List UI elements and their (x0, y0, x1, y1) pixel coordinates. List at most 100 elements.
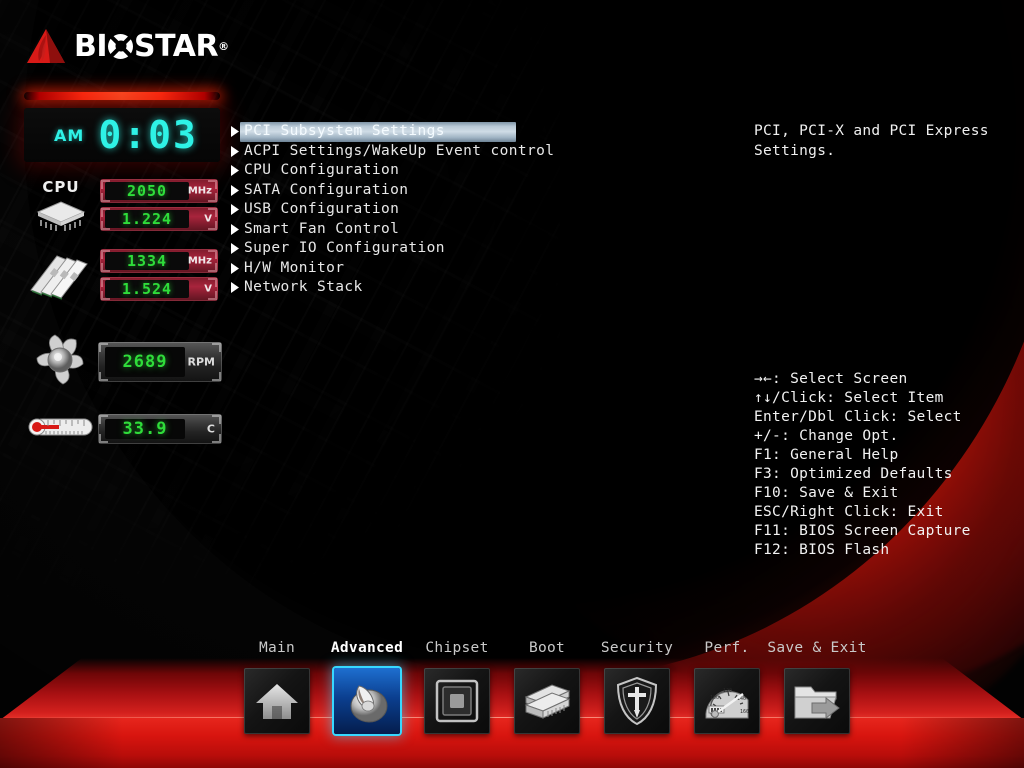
memory-frequency-value: 1334 (126, 251, 168, 270)
legend-line: Enter/Dbl Click: Select (754, 409, 962, 425)
menu-arrow-icon (228, 223, 240, 235)
knob-dial-icon[interactable] (334, 668, 400, 734)
menu-item-label: SATA Configuration (244, 181, 409, 198)
help-text-line-2: Settings. (754, 142, 836, 159)
disk-stack-icon[interactable] (514, 668, 580, 734)
menu-item-smart-fan-control[interactable]: Smart Fan Control (228, 220, 528, 240)
menu-item-pci-subsystem-settings[interactable]: PCI Subsystem Settings (228, 122, 528, 142)
nav-tab-label: Advanced (330, 640, 404, 656)
biostar-logo: BI STAR ® (26, 28, 229, 64)
menu-arrow-icon (228, 282, 240, 294)
memory-icon-column (22, 246, 100, 308)
speedometer-icon[interactable]: 100 120 140 160 (694, 668, 760, 734)
memory-frequency-display: 1334 (105, 252, 189, 270)
menu-item-label: ACPI Settings/WakeUp Event control (244, 142, 555, 159)
legend-line: +/-: Change Opt. (754, 428, 899, 444)
monitor-red-glow-bar (24, 92, 220, 100)
advanced-menu-list: PCI Subsystem Settings ACPI Settings/Wake… (228, 122, 554, 298)
memory-voltage-unit: V (204, 283, 212, 295)
menu-item-acpi-settings-wakeup-event-control[interactable]: ACPI Settings/WakeUp Event control (228, 142, 554, 162)
legend-line: F3: Optimized Defaults (754, 466, 953, 482)
menu-item-label: CPU Configuration (244, 162, 400, 178)
cpu-monitor-group: CPU 2050 MHz 1.224 V (22, 178, 222, 236)
fan-speed-display: 2689 (105, 347, 185, 377)
menu-arrow-icon (228, 184, 240, 196)
nav-tab-main[interactable]: Main (232, 640, 322, 734)
help-text-pane: PCI, PCI-X and PCI Express Settings. (754, 122, 1016, 161)
cpu-frequency-panel: 2050 MHz (100, 179, 218, 203)
temperature-unit: C (206, 422, 215, 436)
fan-icon-column (22, 330, 98, 394)
thermometer-icon (24, 412, 96, 446)
memory-readouts: 1334 MHz 1.524 V (100, 249, 218, 305)
fan-speed-unit: RPM (187, 355, 215, 369)
system-clock: AM 0:03 (24, 108, 220, 162)
cpu-label: CPU (42, 178, 80, 196)
nav-tab-label: Save & Exit (767, 640, 867, 656)
logo-registered-mark: ® (218, 39, 229, 53)
nav-tab-label: Main (258, 640, 296, 656)
folder-arrow-icon[interactable] (784, 668, 850, 734)
home-icon[interactable] (244, 668, 310, 734)
menu-item-h-w-monitor[interactable]: H/W Monitor (228, 259, 528, 279)
memory-monitor-group: 1334 MHz 1.524 V (22, 246, 222, 308)
help-text-line-1: PCI, PCI-X and PCI Express (754, 123, 989, 139)
logo-text-bi: BI (74, 28, 108, 64)
cpu-voltage-value: 1.224 (121, 209, 173, 228)
legend-line: ↑↓/Click: Select Item (754, 390, 944, 406)
cpu-chip-icon (30, 201, 92, 236)
menu-arrow-icon (228, 204, 240, 216)
legend-line: F12: BIOS Flash (754, 542, 890, 558)
menu-item-cpu-configuration[interactable]: CPU Configuration (228, 161, 528, 181)
nav-tab-perf[interactable]: Perf. 100 120 140 160 (682, 640, 772, 734)
clock-ampm-label: AM (54, 125, 85, 145)
temperature-icon-column (22, 412, 98, 446)
menu-arrow-icon (228, 262, 240, 274)
cpu-readouts: 2050 MHz 1.224 V (100, 179, 218, 235)
svg-text:160: 160 (740, 709, 749, 715)
nav-tab-label: Chipset (425, 640, 489, 656)
chipset-square-icon[interactable] (424, 668, 490, 734)
bios-screen: BI STAR ® AM 0:03 CPU 2050 MHz 1.224 V 1… (0, 0, 1024, 768)
shield-sword-icon[interactable] (604, 668, 670, 734)
memory-voltage-value: 1.524 (121, 279, 173, 298)
key-legend-pane: →←: Select Screen ↑↓/Click: Select Item En… (754, 370, 1018, 560)
cpu-frequency-display: 2050 (105, 182, 189, 200)
nav-tab-save-exit[interactable]: Save & Exit (767, 640, 866, 734)
menu-item-sata-configuration[interactable]: SATA Configuration (228, 181, 528, 201)
menu-item-label: PCI Subsystem Settings (244, 123, 445, 139)
cpu-voltage-panel: 1.224 V (100, 207, 218, 231)
menu-arrow-icon (228, 165, 240, 177)
nav-tab-chipset[interactable]: Chipset (412, 640, 502, 734)
menu-item-label: Network Stack (244, 279, 363, 295)
legend-line: →←: Select Screen (754, 371, 908, 387)
cpu-voltage-display: 1.224 (105, 210, 189, 228)
menu-arrow-icon (228, 145, 240, 157)
logo-star-o-icon (108, 33, 134, 59)
biostar-wordmark: BI STAR ® (74, 29, 229, 64)
memory-frequency-panel: 1334 MHz (100, 249, 218, 273)
menu-arrow-icon (228, 126, 240, 138)
fan-monitor-group: 2689 RPM (22, 330, 222, 394)
menu-item-label: H/W Monitor (244, 259, 345, 276)
menu-item-label: Super IO Configuration (244, 240, 445, 256)
fan-readouts: 2689 RPM (98, 342, 222, 382)
menu-arrow-icon (228, 243, 240, 255)
temperature-display: 33.9 (105, 419, 185, 439)
menu-item-super-io-configuration[interactable]: Super IO Configuration (228, 239, 528, 259)
logo-text-star: STAR (134, 28, 219, 64)
menu-item-network-stack[interactable]: Network Stack (228, 278, 528, 298)
nav-tab-security[interactable]: Security (592, 640, 682, 734)
nav-tab-advanced[interactable]: Advanced (322, 640, 412, 734)
nav-tab-label: Security (600, 640, 674, 656)
menu-item-usb-configuration[interactable]: USB Configuration (228, 200, 528, 220)
legend-line: F1: General Help (754, 447, 899, 463)
temperature-panel: 33.9 C (98, 414, 222, 444)
memory-dimm-icon (27, 246, 95, 308)
menu-item-label: Smart Fan Control (244, 220, 400, 237)
biostar-triangle-icon (26, 28, 66, 64)
nav-tab-boot[interactable]: Boot (502, 640, 592, 734)
legend-line: ESC/Right Click: Exit (754, 504, 944, 520)
cpu-voltage-unit: V (204, 213, 212, 225)
bottom-navigation-bar: Main Advanced Chipset Boot Security Perf. 100 1… (0, 628, 1024, 768)
